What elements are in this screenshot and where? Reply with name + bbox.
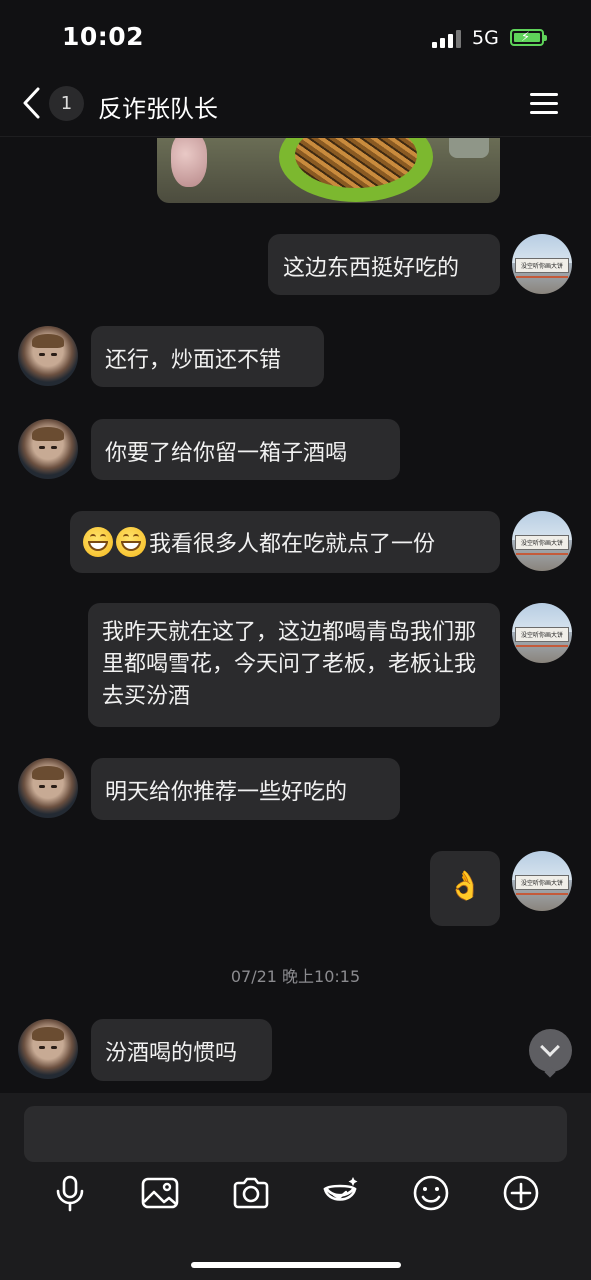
contact-avatar[interactable] (18, 1019, 78, 1079)
grin-emoji-icon (116, 527, 146, 557)
contact-avatar[interactable] (18, 758, 78, 818)
message-bubble-outgoing[interactable]: 我看很多人都在吃就点了一份 (70, 511, 500, 573)
message-bubble-incoming[interactable]: 还行，炒面还不错 (91, 326, 324, 387)
my-avatar[interactable]: 没空听你画大饼 (512, 234, 572, 294)
camera-icon[interactable] (231, 1173, 271, 1213)
message-input[interactable] (24, 1106, 567, 1162)
status-bar: 10:02 5G ⚡ (0, 0, 591, 78)
clock: 10:02 (62, 22, 145, 51)
message-bubble-outgoing[interactable]: 我昨天就在这了，这边都喝青岛我们那里都喝雪花，今天问了老板，老板让我去买汾酒 (88, 603, 500, 727)
composer-panel (0, 1093, 591, 1280)
message-bubble-incoming[interactable]: 汾酒喝的惯吗 (91, 1019, 272, 1081)
grin-emoji-icon (83, 527, 113, 557)
message-bubble-outgoing[interactable]: 👌 (430, 851, 500, 926)
network-label: 5G (472, 27, 499, 49)
plus-icon[interactable] (501, 1173, 541, 1213)
my-avatar[interactable]: 没空听你画大饼 (512, 603, 572, 663)
message-bubble-incoming[interactable]: 你要了给你留一箱子酒喝 (91, 419, 400, 480)
my-avatar[interactable]: 没空听你画大饼 (512, 511, 572, 571)
message-bubble-incoming[interactable]: 明天给你推荐一些好吃的 (91, 758, 400, 820)
my-avatar[interactable]: 没空听你画大饼 (512, 851, 572, 911)
page-title: 反诈张队长 (98, 95, 218, 123)
image-icon[interactable] (140, 1173, 180, 1213)
emoji-icon[interactable] (411, 1173, 451, 1213)
home-indicator[interactable] (191, 1262, 401, 1268)
microphone-icon[interactable] (50, 1173, 90, 1213)
image-message[interactable] (157, 138, 500, 203)
scroll-to-bottom-button[interactable] (529, 1029, 572, 1078)
hamburger-menu-icon[interactable] (530, 93, 558, 115)
contact-avatar[interactable] (18, 326, 78, 386)
signal-icon (432, 30, 464, 48)
battery-icon: ⚡ (510, 29, 547, 46)
contact-avatar[interactable] (18, 419, 78, 479)
sticker-icon[interactable] (320, 1173, 360, 1213)
unread-badge[interactable]: 1 (49, 86, 84, 121)
message-bubble-outgoing[interactable]: 这边东西挺好吃的 (268, 234, 500, 295)
message-timestamp: 07/21 晚上10:15 (230, 967, 361, 986)
composer-toolbar (0, 1173, 591, 1219)
chat-header: 1 反诈张队长 (0, 78, 591, 137)
ok-hand-emoji: 👌 (447, 869, 483, 902)
chevron-left-icon[interactable] (20, 86, 44, 120)
